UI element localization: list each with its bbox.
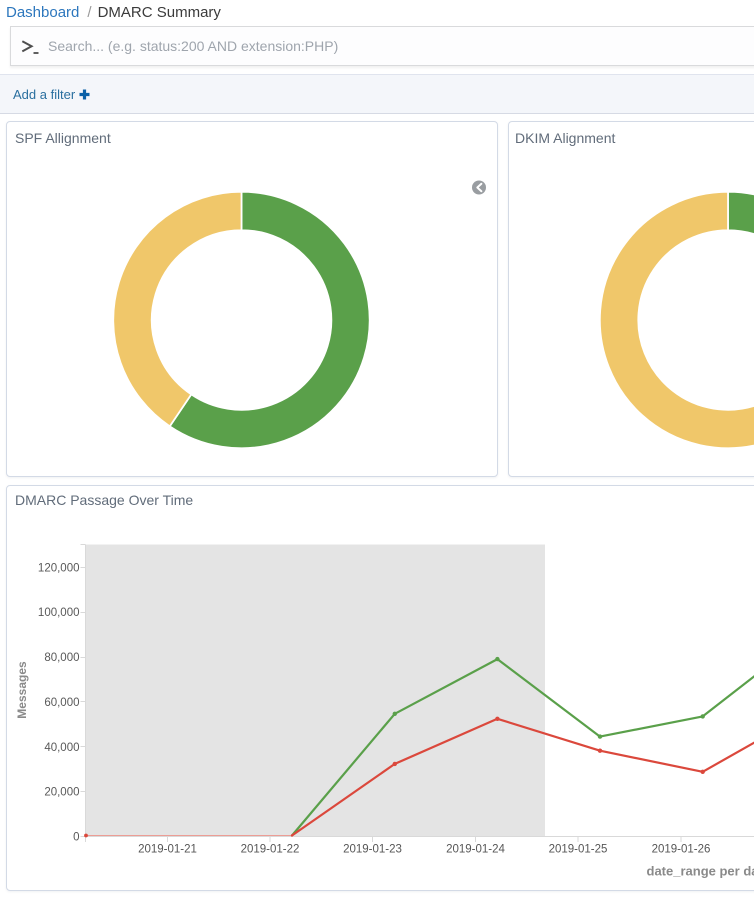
svg-text:2019-01-24: 2019-01-24: [446, 844, 505, 856]
svg-text:120,000: 120,000: [38, 562, 80, 574]
svg-text:100,000: 100,000: [38, 607, 80, 619]
svg-text:0: 0: [73, 832, 79, 844]
svg-text:20,000: 20,000: [44, 787, 79, 799]
svg-text:2019-01-22: 2019-01-22: [241, 844, 300, 856]
svg-text:2019-01-21: 2019-01-21: [138, 844, 197, 856]
svg-text:2019-01-23: 2019-01-23: [343, 844, 402, 856]
svg-text:60,000: 60,000: [44, 697, 79, 709]
svg-text:Messages: Messages: [15, 661, 29, 719]
svg-text:2019-01-25: 2019-01-25: [549, 844, 608, 856]
svg-text:80,000: 80,000: [44, 652, 79, 664]
svg-text:date_range per day: date_range per day: [647, 864, 754, 879]
svg-text:40,000: 40,000: [44, 742, 79, 754]
svg-text:2019-01-26: 2019-01-26: [652, 844, 711, 856]
